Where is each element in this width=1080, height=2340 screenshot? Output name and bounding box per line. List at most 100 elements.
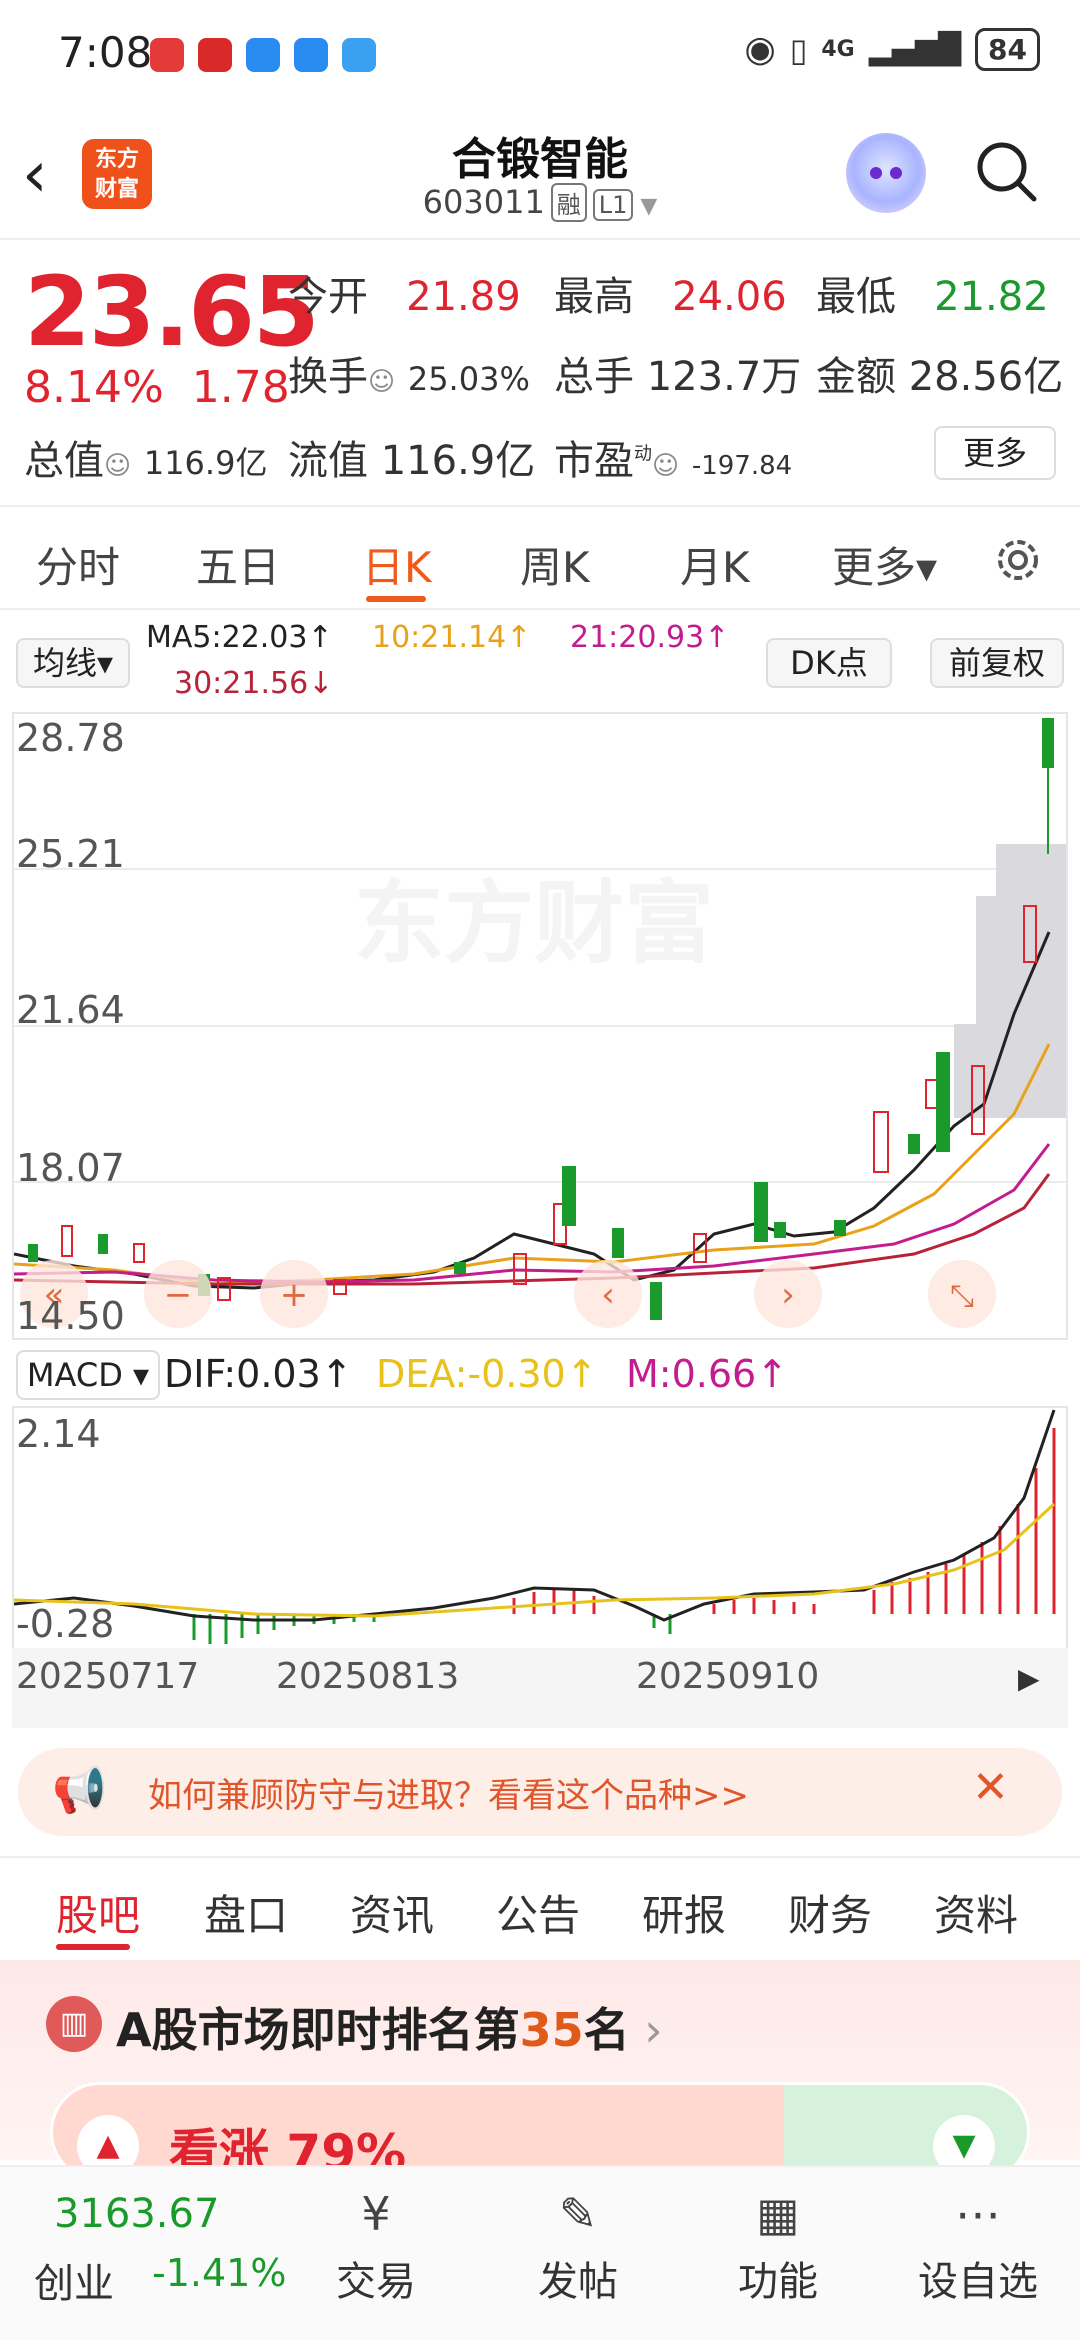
tab-more[interactable]: 更多▾: [832, 534, 937, 595]
float-value: 116.9亿: [380, 438, 536, 484]
amount-label: 金额: [816, 354, 896, 400]
indicator-select[interactable]: 均线▾: [16, 638, 130, 688]
dif-label: DIF:0.03↑: [164, 1352, 353, 1396]
high-value: 24.06: [672, 274, 787, 320]
promo-banner[interactable]: 📢 如何兼顾防守与进取？看看这个品种>> ✕: [18, 1748, 1062, 1836]
assistant-robot-icon[interactable]: [846, 133, 926, 213]
current-price: 23.65: [24, 256, 320, 368]
notification-icon: [198, 38, 232, 72]
tab-monthly-k[interactable]: 月K: [680, 534, 750, 595]
tab-intraday[interactable]: 分时: [36, 534, 120, 595]
tab-daily-k[interactable]: 日K: [362, 534, 432, 595]
tab-weekly-k[interactable]: 周K: [520, 534, 590, 595]
open-label: 今开: [288, 274, 368, 320]
more-dots-icon: ⋯: [955, 2187, 1001, 2241]
change-percent: 8.14%: [24, 362, 164, 413]
tab-announcements[interactable]: 公告: [496, 1882, 580, 1943]
date-label: 20250910: [636, 1656, 820, 1697]
close-icon[interactable]: ✕: [972, 1762, 1009, 1813]
svg-text:⤡: ⤡: [950, 1279, 974, 1314]
nav-watchlist[interactable]: ⋯ 设自选: [898, 2187, 1058, 2307]
svg-text:+: +: [280, 1275, 309, 1315]
float-field: 流值 116.9亿: [288, 428, 535, 486]
ma21-label: 21:20.93↑: [570, 620, 730, 655]
y-tick-label: 25.21: [16, 832, 125, 876]
vibrate-icon: ▯: [789, 30, 808, 69]
margin-tag: 融: [550, 183, 587, 222]
nav-function-label: 功能: [738, 2259, 818, 2305]
mktcap-value: 116.9亿: [143, 444, 268, 482]
stock-header: ‹ 东方财富 合锻智能 603011 融 L1 ▼: [0, 105, 1080, 240]
svg-text:−: −: [164, 1275, 193, 1315]
index-value[interactable]: 3163.67: [54, 2191, 219, 2237]
rank-card[interactable]: ▥ A股市场即时排名第35名 › ▲ 看涨 79% ▼: [0, 1960, 1080, 2182]
y-tick-label: 28.78: [16, 716, 125, 760]
edit-icon: ✎: [558, 2187, 598, 2241]
chart-watermark: 东方财富: [354, 871, 714, 976]
change-amount: 1.78: [191, 362, 290, 413]
banner-text[interactable]: 如何兼顾防守与进取？看看这个品种>>: [148, 1768, 749, 1817]
nav-function[interactable]: ▦ 功能: [698, 2187, 858, 2307]
tab-finance[interactable]: 财务: [788, 1882, 872, 1943]
ma30-label: 30:21.56↓: [174, 666, 334, 701]
content-tabs: 股吧 盘口 资讯 公告 研报 财务 资料: [0, 1856, 1080, 1956]
nav-post[interactable]: ✎ 发帖: [498, 2187, 658, 2307]
adjust-button[interactable]: 前复权: [930, 638, 1064, 688]
dropdown-icon[interactable]: ▼: [633, 194, 657, 219]
rank-prefix: A股市场即时排名第: [116, 2003, 520, 2057]
svg-text:‹: ‹: [601, 1275, 615, 1315]
quote-panel: 23.65 8.14% 1.78 今开 21.89 最高 24.06 最低 21…: [0, 242, 1080, 507]
tab-news[interactable]: 资讯: [350, 1882, 434, 1943]
macd-select[interactable]: MACD ▾: [16, 1350, 160, 1400]
candles: [28, 718, 1054, 1320]
rank-number: 35: [519, 2003, 584, 2057]
date-label: 20250717: [16, 1656, 200, 1697]
macd-y-top: 2.14: [16, 1412, 101, 1456]
turnover-label: 换手: [288, 354, 368, 400]
low-label: 最低: [816, 274, 896, 320]
dk-points-button[interactable]: DK点: [766, 638, 892, 688]
high-field: 最高 24.06: [554, 264, 787, 322]
candlestick-svg: 东方财富 « − + ‹ › ⤡: [14, 718, 1066, 1328]
nav-watchlist-label: 设自选: [918, 2259, 1038, 2305]
low-field: 最低 21.82: [816, 264, 1049, 322]
search-icon[interactable]: [974, 139, 1038, 203]
nav-post-label: 发帖: [538, 2259, 618, 2305]
network-label: 4G: [821, 37, 855, 62]
macd-svg: [14, 1409, 1056, 1644]
ma-legend: 均线▾ MA5:22.03↑ 10:21.14↑ 21:20.93↑ 30:21…: [0, 614, 1080, 710]
nav-trade[interactable]: ¥ 交易: [296, 2187, 456, 2307]
notification-icon: [150, 38, 184, 72]
mktcap-label: 总值: [24, 438, 104, 484]
weather-icon: [342, 38, 376, 72]
eye-icon: ◉: [744, 29, 776, 70]
grid-icon: ▦: [756, 2187, 800, 2241]
status-right: ◉ ▯ 4G ▂▄▆█ 84: [744, 28, 1040, 71]
gear-icon[interactable]: [990, 532, 1046, 588]
tab-orderbook[interactable]: 盘口: [204, 1882, 288, 1943]
rank-text: A股市场即时排名第35名 ›: [116, 1994, 663, 2060]
info-icon[interactable]: ☺: [652, 451, 679, 481]
index-name: 创业: [34, 2261, 114, 2307]
float-label: 流值: [288, 438, 368, 484]
tab-profile[interactable]: 资料: [934, 1882, 1018, 1943]
amount-field: 金额 28.56亿: [816, 344, 1063, 402]
pe-field: 市盈动☺ -197.84: [554, 428, 792, 486]
more-quote-button[interactable]: 更多: [934, 426, 1056, 480]
play-icon[interactable]: ▶: [1018, 1662, 1040, 1695]
date-label: 20250813: [276, 1656, 460, 1697]
info-icon[interactable]: ☺: [104, 451, 131, 481]
tab-forum[interactable]: 股吧: [56, 1882, 140, 1943]
info-icon[interactable]: ☺: [368, 367, 395, 397]
pe-label: 市盈: [554, 438, 634, 484]
ma5-label: MA5:22.03↑: [146, 620, 333, 655]
nav-trade-label: 交易: [336, 2259, 416, 2305]
rank-chart-icon: ▥: [46, 1996, 102, 2052]
cloud-icon: [294, 38, 328, 72]
tab-research[interactable]: 研报: [642, 1882, 726, 1943]
macd-chart[interactable]: 2.14 -0.28: [12, 1406, 1068, 1648]
yen-icon: ¥: [361, 2187, 391, 2241]
macd-y-bottom: -0.28: [16, 1602, 115, 1646]
tab-five-day[interactable]: 五日: [196, 534, 280, 595]
candlestick-chart[interactable]: 东方财富 « − + ‹ › ⤡ 28.78 25.21 21.64 18.07…: [12, 712, 1068, 1340]
